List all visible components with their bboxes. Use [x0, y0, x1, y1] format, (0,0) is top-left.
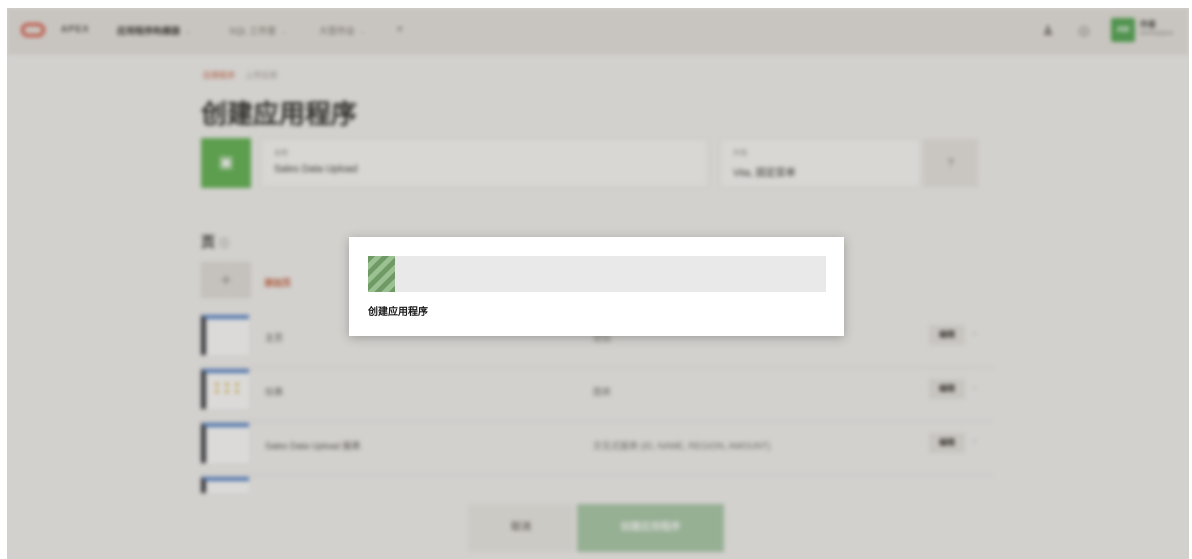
progress-label: 创建应用程序: [368, 307, 428, 318]
progress-bar-fill: [368, 256, 396, 292]
progress-dialog: 创建应用程序: [349, 237, 844, 336]
progress-bar: [368, 256, 826, 292]
